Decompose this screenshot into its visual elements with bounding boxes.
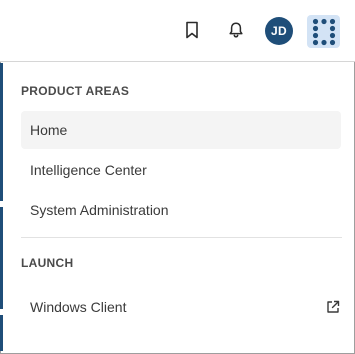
apps-grid-icon xyxy=(312,18,335,45)
menu-item-system-administration[interactable]: System Administration xyxy=(21,191,341,229)
page-edge-mark xyxy=(0,309,3,315)
menu-item-label: System Administration xyxy=(30,202,169,218)
section-title-product-areas: PRODUCT AREAS xyxy=(21,84,130,98)
menu-item-intelligence-center[interactable]: Intelligence Center xyxy=(21,151,341,189)
bell-icon xyxy=(229,22,243,38)
external-link-icon xyxy=(327,300,340,313)
notifications-button[interactable] xyxy=(221,15,251,45)
top-bar: JD xyxy=(0,0,355,62)
page-edge-mark xyxy=(0,201,3,207)
menu-item-home[interactable]: Home xyxy=(21,111,341,149)
apps-dropdown-menu: PRODUCT AREAS Home Intelligence Center S… xyxy=(5,63,351,350)
menu-item-label: Windows Client xyxy=(30,299,127,315)
section-title-launch: LAUNCH xyxy=(21,256,74,270)
page-edge xyxy=(0,63,3,351)
menu-item-label: Home xyxy=(30,122,68,138)
bookmark-button[interactable] xyxy=(177,15,207,45)
menu-item-label: Intelligence Center xyxy=(30,162,147,178)
apps-menu-button[interactable] xyxy=(307,15,340,48)
user-avatar[interactable]: JD xyxy=(265,17,293,45)
bookmark-icon xyxy=(186,21,198,39)
menu-item-windows-client[interactable]: Windows Client xyxy=(21,288,341,326)
divider xyxy=(21,237,342,238)
